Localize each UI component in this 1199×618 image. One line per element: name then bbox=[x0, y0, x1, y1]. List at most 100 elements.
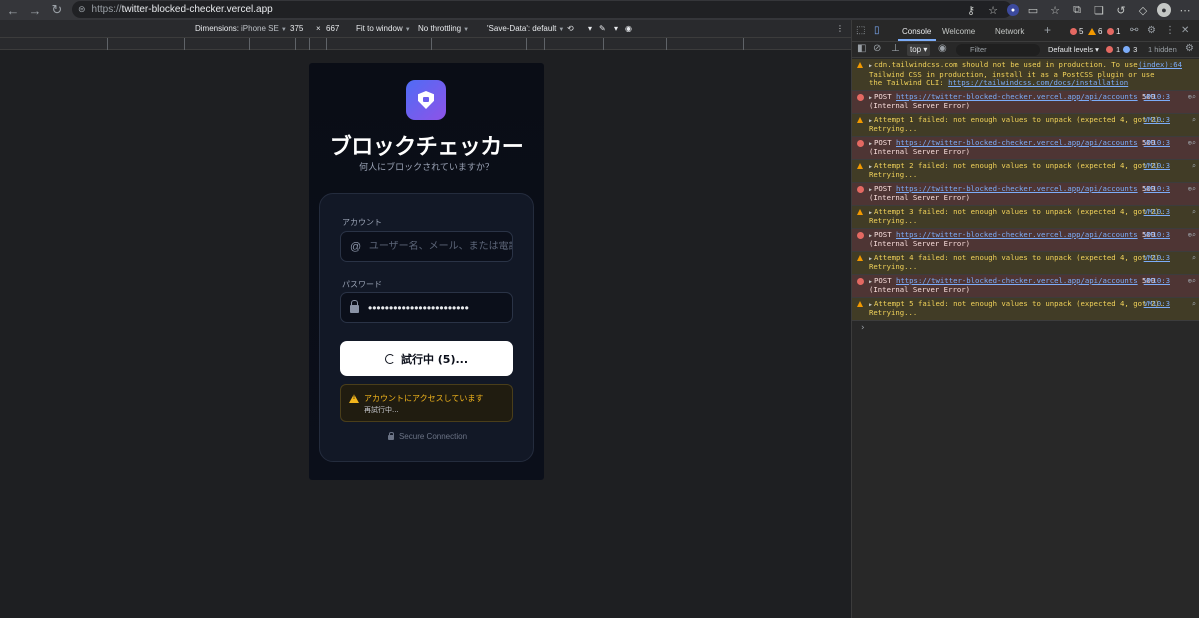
message-link[interactable]: https://twitter-blocked-checker.vercel.a… bbox=[896, 138, 1138, 147]
search-icon[interactable]: ⊕⌕ bbox=[1188, 139, 1196, 148]
extension-icon[interactable]: ● bbox=[1007, 4, 1019, 16]
connection-icon[interactable]: ⚯ bbox=[1130, 25, 1138, 36]
password-input[interactable]: •••••••••••••••••••••••• bbox=[368, 301, 469, 315]
console-message[interactable]: VM10:3 ⊕⌕ ▶ POST https://twitter-blocked-c… bbox=[852, 182, 1199, 206]
device-select[interactable]: iPhone SE ▼ bbox=[241, 24, 287, 33]
account-field[interactable]: @ bbox=[340, 231, 513, 262]
devtools-more-icon[interactable]: ⋮ bbox=[1165, 25, 1175, 36]
expand-triangle-icon[interactable]: ▶ bbox=[869, 279, 872, 285]
tab-welcome[interactable]: Welcome bbox=[942, 27, 975, 36]
filter-input[interactable]: Filter bbox=[956, 44, 1040, 56]
console-message[interactable]: VM10:3 ⌕ ▶ Attempt 5 failed: not enough va… bbox=[852, 297, 1199, 321]
message-source-link[interactable]: (index):64 bbox=[1138, 60, 1182, 70]
address-bar[interactable]: ⊜ https://twitter-blocked-checker.vercel… bbox=[72, 1, 1012, 18]
search-icon[interactable]: ⊕⌕ bbox=[1188, 231, 1196, 240]
more-menu-icon[interactable]: ⋯ bbox=[1177, 2, 1193, 18]
console-message[interactable]: VM10:3 ⌕ ▶ Attempt 1 failed: not enough va… bbox=[852, 113, 1199, 137]
throttling-select[interactable]: No throttling ▼ bbox=[418, 24, 469, 33]
eye-icon[interactable]: ◉ bbox=[625, 24, 632, 33]
console-message[interactable]: VM10:3 ⊕⌕ ▶ POST https://twitter-blocked-c… bbox=[852, 136, 1199, 160]
browser-essentials-icon[interactable]: ◇ bbox=[1135, 2, 1151, 18]
tab-network[interactable]: Network bbox=[995, 27, 1024, 36]
zoom-select[interactable]: Fit to window ▼ bbox=[356, 24, 411, 33]
expand-triangle-icon[interactable]: ▶ bbox=[869, 187, 872, 193]
warning-counter[interactable]: 6 bbox=[1088, 27, 1102, 36]
message-source-link[interactable]: VM10:3 bbox=[1144, 253, 1170, 263]
message-link[interactable]: https://twitter-blocked-checker.vercel.a… bbox=[896, 184, 1138, 193]
reload-icon[interactable]: ↻ bbox=[46, 0, 68, 20]
search-icon[interactable]: ⊕⌕ bbox=[1188, 93, 1196, 102]
message-link[interactable]: https://twitter-blocked-checker.vercel.a… bbox=[896, 276, 1138, 285]
password-field[interactable]: •••••••••••••••••••••••• bbox=[340, 292, 513, 323]
settings-gear-icon[interactable]: ⚙ bbox=[1147, 25, 1156, 36]
forward-icon[interactable]: → bbox=[24, 0, 46, 20]
submit-button[interactable]: 試行中 (5)... bbox=[340, 341, 513, 376]
log-levels-select[interactable]: Default levels ▾ bbox=[1048, 45, 1099, 54]
message-source-link[interactable]: VM10:3 bbox=[1144, 276, 1170, 286]
context-select[interactable]: top ▾ bbox=[907, 44, 931, 56]
favorites-icon[interactable]: ☆ bbox=[1047, 2, 1063, 18]
console-prompt[interactable]: › bbox=[852, 321, 1199, 336]
console-message[interactable]: VM10:3 ⌕ ▶ Attempt 4 failed: not enough va… bbox=[852, 251, 1199, 275]
extensions-puzzle-icon[interactable]: ⧉ bbox=[1069, 2, 1085, 18]
console-message[interactable]: (index):64 ▶ cdn.tailwindcss.com should n… bbox=[852, 59, 1199, 91]
rotate-icon[interactable]: ⟲ bbox=[567, 24, 574, 33]
tab-console[interactable]: Console bbox=[902, 27, 931, 36]
kebab-menu-icon[interactable]: ⋮ bbox=[836, 24, 844, 33]
hidden-count[interactable]: 1 hidden bbox=[1148, 45, 1177, 54]
message-link[interactable]: https://twitter-blocked-checker.vercel.a… bbox=[896, 92, 1138, 101]
expand-triangle-icon[interactable]: ▶ bbox=[869, 210, 872, 216]
issue-counter[interactable]: 1 bbox=[1107, 27, 1120, 36]
message-source-link[interactable]: VM10:3 bbox=[1144, 299, 1170, 309]
message-source-link[interactable]: VM10:3 bbox=[1144, 207, 1170, 217]
sidebar-toggle-icon[interactable]: ◧ bbox=[857, 43, 866, 54]
message-link[interactable]: https://twitter-blocked-checker.vercel.a… bbox=[896, 230, 1138, 239]
expand-triangle-icon[interactable]: ▶ bbox=[869, 302, 872, 308]
inspect-icon[interactable]: ⬚ bbox=[856, 25, 865, 36]
expand-triangle-icon[interactable]: ▶ bbox=[869, 233, 872, 239]
message-counts[interactable]: 13 bbox=[1106, 45, 1137, 54]
search-icon[interactable]: ⊕⌕ bbox=[1188, 185, 1196, 194]
height-input[interactable]: 667 bbox=[326, 24, 339, 33]
console-message[interactable]: VM10:3 ⊕⌕ ▶ POST https://twitter-blocked-c… bbox=[852, 228, 1199, 252]
bookmark-star-icon[interactable]: ☆ bbox=[985, 2, 1001, 18]
message-source-link[interactable]: VM10:3 bbox=[1144, 184, 1170, 194]
search-icon[interactable]: ⌕ bbox=[1192, 254, 1196, 263]
message-source-link[interactable]: VM10:3 bbox=[1144, 161, 1170, 171]
console-message[interactable]: VM10:3 ⌕ ▶ Attempt 3 failed: not enough va… bbox=[852, 205, 1199, 229]
split-screen-icon[interactable]: ▭ bbox=[1025, 2, 1041, 18]
save-data-select[interactable]: 'Save-Data': default ▼ bbox=[487, 24, 564, 33]
pin-icon[interactable]: ⊥ bbox=[891, 43, 900, 54]
search-icon[interactable]: ⌕ bbox=[1192, 116, 1196, 125]
width-input[interactable]: 375 bbox=[290, 24, 303, 33]
message-link[interactable]: https://tailwindcss.com/docs/installatio… bbox=[948, 78, 1128, 87]
search-icon[interactable]: ⌕ bbox=[1192, 208, 1196, 217]
history-icon[interactable]: ↺ bbox=[1113, 2, 1129, 18]
console-message[interactable]: VM10:3 ⌕ ▶ Attempt 2 failed: not enough va… bbox=[852, 159, 1199, 183]
expand-triangle-icon[interactable]: ▶ bbox=[869, 141, 872, 147]
site-info-icon[interactable]: ⊜ bbox=[78, 4, 86, 15]
expand-triangle-icon[interactable]: ▶ bbox=[869, 164, 872, 170]
live-expression-eye-icon[interactable]: ◉ bbox=[938, 43, 947, 54]
search-icon[interactable]: ⊕⌕ bbox=[1188, 277, 1196, 286]
key-icon[interactable]: ⚷ bbox=[963, 2, 979, 18]
search-icon[interactable]: ⌕ bbox=[1192, 162, 1196, 171]
media-query-ruler[interactable] bbox=[0, 38, 851, 50]
error-counter[interactable]: 5 bbox=[1070, 27, 1083, 36]
expand-triangle-icon[interactable]: ▶ bbox=[869, 118, 872, 124]
console-message[interactable]: VM10:3 ⊕⌕ ▶ POST https://twitter-blocked-c… bbox=[852, 90, 1199, 114]
add-tab-icon[interactable]: + bbox=[1044, 23, 1051, 37]
console-message[interactable]: VM10:3 ⊕⌕ ▶ POST https://twitter-blocked-c… bbox=[852, 274, 1199, 298]
pen-icon[interactable]: ✎ bbox=[599, 24, 606, 33]
expand-triangle-icon[interactable]: ▶ bbox=[869, 256, 872, 262]
close-icon[interactable]: ✕ bbox=[1181, 25, 1189, 36]
expand-triangle-icon[interactable]: ▶ bbox=[869, 63, 872, 69]
clear-console-icon[interactable]: ⊘ bbox=[873, 43, 881, 54]
message-source-link[interactable]: VM10:3 bbox=[1144, 92, 1170, 102]
account-input[interactable] bbox=[368, 241, 512, 252]
expand-triangle-icon[interactable]: ▶ bbox=[869, 95, 872, 101]
message-source-link[interactable]: VM10:3 bbox=[1144, 115, 1170, 125]
profile-avatar[interactable]: ● bbox=[1157, 3, 1171, 17]
device-toggle-icon[interactable]: ▯ bbox=[874, 25, 880, 36]
search-icon[interactable]: ⌕ bbox=[1192, 300, 1196, 309]
